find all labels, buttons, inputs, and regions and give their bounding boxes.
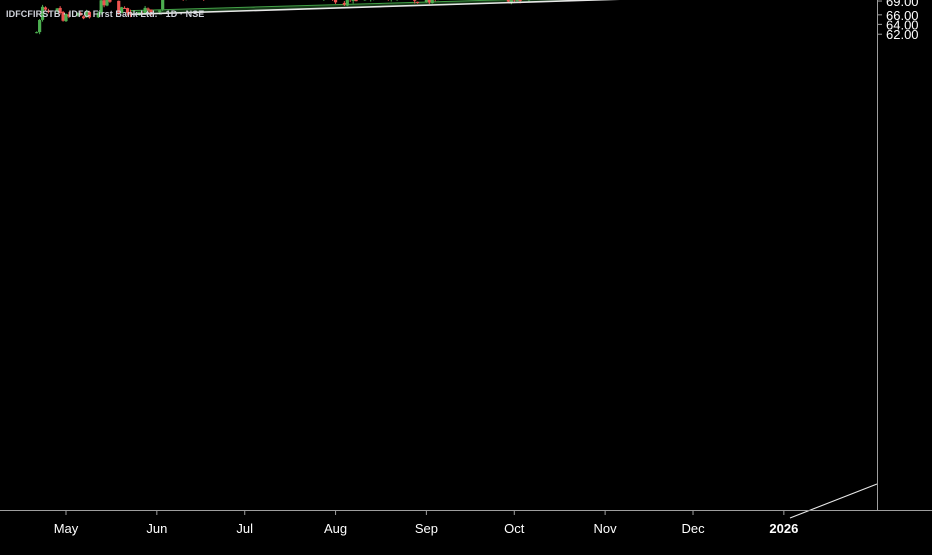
candle-body xyxy=(416,2,419,3)
candle-body xyxy=(425,0,428,2)
x-tick-label: May xyxy=(54,521,79,536)
y-tick-label: 62.00 xyxy=(886,27,919,42)
candle-body xyxy=(507,0,510,2)
x-tick-label: Aug xyxy=(324,521,347,536)
x-tick-label: Jun xyxy=(146,521,167,536)
candle-body xyxy=(102,0,105,5)
candle-body xyxy=(354,0,357,1)
x-tick-label: Nov xyxy=(594,521,618,536)
chart-area[interactable]: 85.0080.0076.0072.0069.0066.0064.0062.00… xyxy=(0,0,932,550)
candle-body xyxy=(35,32,38,33)
candle[interactable] xyxy=(38,19,41,34)
symbol-title: IDFCFIRSTB · IDFC First Bank Ltd. · 1D ·… xyxy=(6,9,204,19)
candle[interactable] xyxy=(105,0,108,6)
candle-body xyxy=(431,0,434,3)
candle-body xyxy=(413,0,416,1)
x-tick-label: Jul xyxy=(236,521,253,536)
candle-body xyxy=(108,0,111,2)
candle-body xyxy=(343,3,346,5)
x-tick-label: Oct xyxy=(504,521,525,536)
candle-body xyxy=(38,20,41,32)
x-tick-label: Sep xyxy=(415,521,438,536)
x-tick-label: Dec xyxy=(681,521,705,536)
candle-body xyxy=(428,0,431,3)
x-tick-label: 2026 xyxy=(769,521,798,536)
candle-body xyxy=(346,0,349,5)
candle[interactable] xyxy=(354,0,357,1)
candle-body xyxy=(334,0,337,2)
candle-body xyxy=(519,0,522,1)
candle-body xyxy=(105,0,108,6)
candle-body xyxy=(352,0,355,1)
price-chart[interactable]: 85.0080.0076.0072.0069.0066.0064.0062.00… xyxy=(0,0,932,550)
candle-body xyxy=(161,0,164,9)
candle-body xyxy=(516,0,519,1)
candle[interactable] xyxy=(346,0,349,6)
candle[interactable] xyxy=(516,0,519,1)
